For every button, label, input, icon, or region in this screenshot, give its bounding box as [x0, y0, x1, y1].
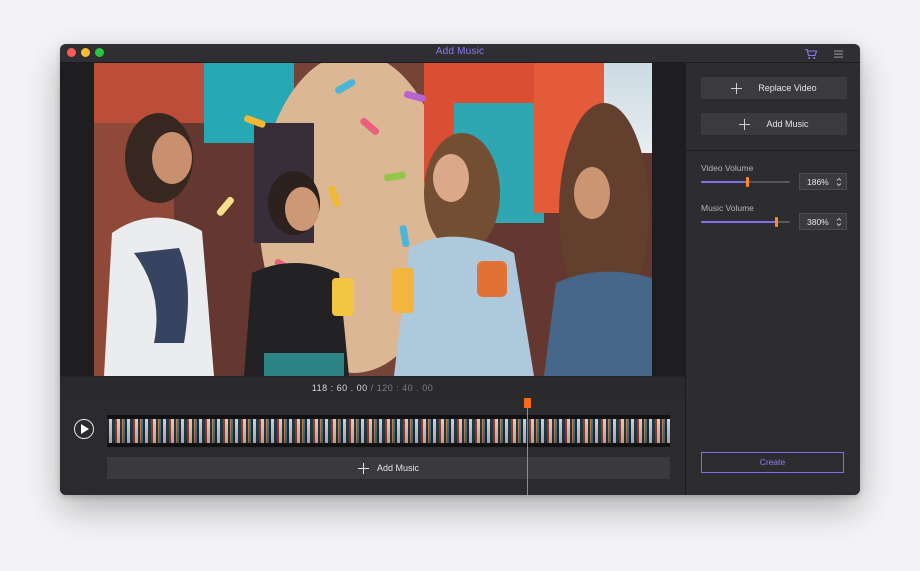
plus-icon: [739, 118, 751, 130]
app-window: Add Music 118: 60 . 00 / 120: 40 . 00 …: [60, 44, 860, 495]
settings-sidebar: Replace Video Add Music Video Volume 186…: [685, 63, 860, 495]
title-bar: Add Music: [60, 44, 860, 63]
playhead-handle[interactable]: [524, 398, 531, 408]
playhead-line: [527, 399, 528, 495]
add-music-track-button[interactable]: Add Music: [107, 457, 670, 479]
music-volume-slider[interactable]: [701, 217, 790, 227]
menu-icon[interactable]: [832, 47, 846, 59]
video-volume-slider[interactable]: [701, 177, 790, 187]
video-volume-value: 186%: [807, 177, 829, 187]
total-time: 120 : 40 . 00: [376, 383, 434, 393]
create-button[interactable]: Create: [701, 452, 844, 473]
current-time: 118 : 60 . 00: [311, 383, 368, 393]
cart-icon[interactable]: [804, 47, 818, 59]
video-track-filmstrip[interactable]: [107, 415, 670, 447]
stepper-arrows-icon[interactable]: [836, 176, 842, 188]
music-volume-stepper[interactable]: 380%: [799, 213, 847, 230]
add-music-track-label: Add Music: [376, 463, 420, 473]
slider-fill: [701, 181, 747, 183]
video-volume-stepper[interactable]: 186%: [799, 173, 847, 190]
slider-knob[interactable]: [775, 217, 778, 227]
video-frame-image: [94, 63, 652, 376]
add-music-label: Add Music: [766, 119, 809, 129]
replace-video-label: Replace Video: [758, 83, 817, 93]
stepper-arrows-icon[interactable]: [836, 216, 842, 228]
sidebar-divider: [686, 150, 860, 151]
add-music-button[interactable]: Add Music: [701, 113, 847, 135]
plus-icon: [357, 462, 369, 474]
play-button[interactable]: [74, 419, 94, 439]
video-volume-label: Video Volume: [701, 163, 754, 173]
time-separator: /: [370, 383, 374, 393]
music-volume-value: 380%: [807, 217, 829, 227]
slider-fill: [701, 221, 776, 223]
video-preview[interactable]: [60, 63, 685, 376]
plus-icon: [731, 82, 743, 94]
play-icon: [81, 424, 89, 434]
replace-video-button[interactable]: Replace Video: [701, 77, 847, 99]
timeline: Add Music: [60, 399, 685, 495]
window-title: Add Music: [435, 46, 485, 57]
timecode-display: 118 : 60 . 00 / 120 : 40 . 00: [60, 376, 685, 400]
music-volume-label: Music Volume: [701, 203, 754, 213]
slider-knob[interactable]: [746, 177, 749, 187]
filmstrip-shade: [107, 419, 670, 443]
